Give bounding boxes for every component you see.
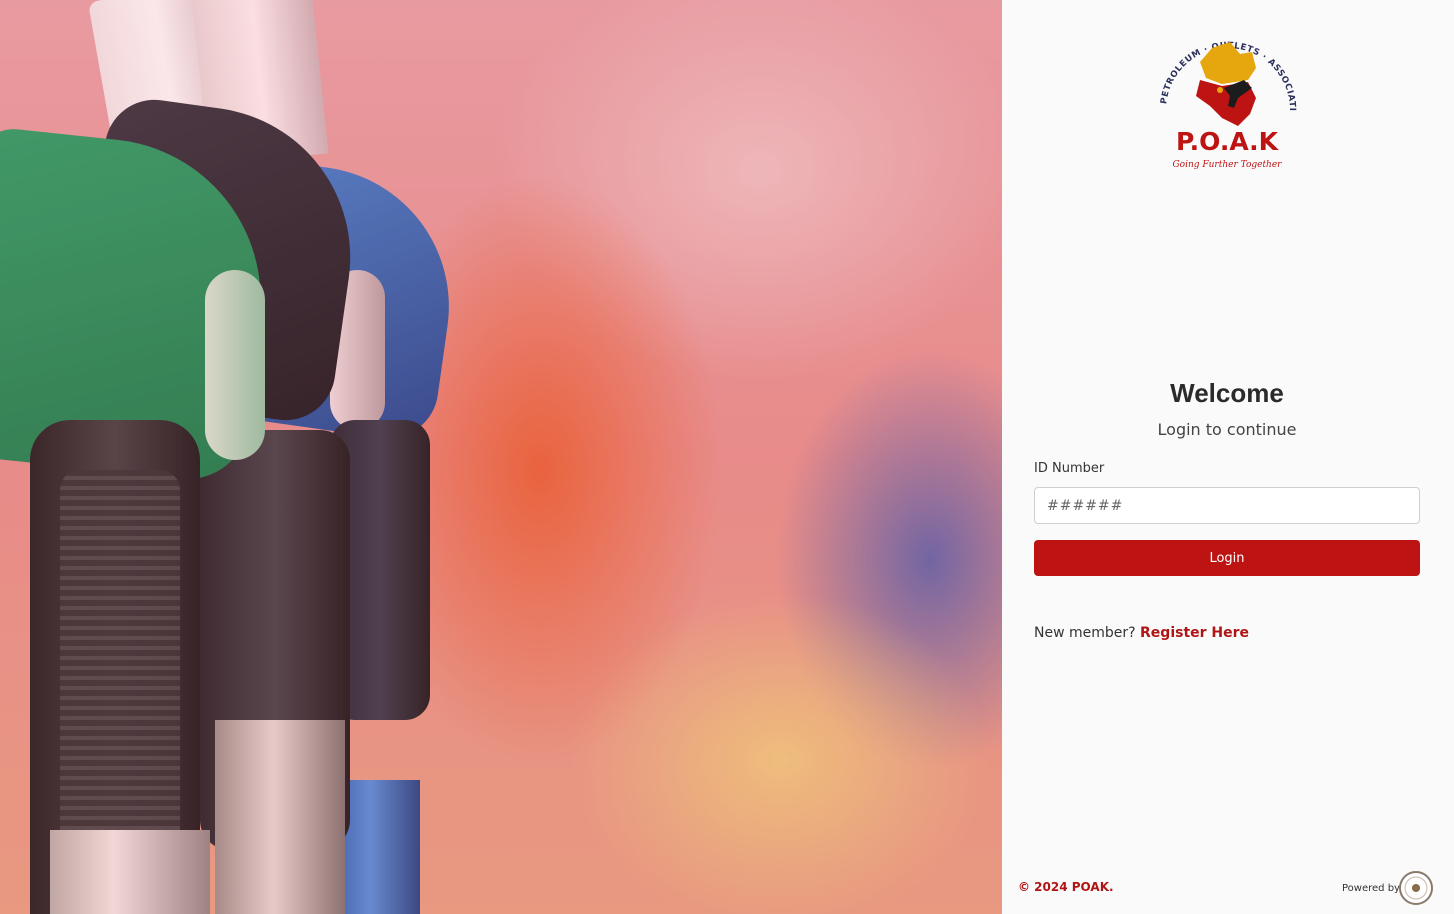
register-prompt: New member? Register Here xyxy=(1034,625,1249,641)
logo-tagline: Going Further Together xyxy=(1172,160,1282,170)
welcome-heading: Welcome xyxy=(1170,378,1284,408)
login-button[interactable]: Login xyxy=(1034,540,1420,576)
new-member-text: New member? xyxy=(1034,625,1136,641)
footer-copyright: © 2024 POAK. xyxy=(1018,880,1114,894)
login-subtitle: Login to continue xyxy=(1157,420,1297,439)
hero-tint-overlay xyxy=(0,0,1002,914)
logo-acronym: P.O.A.K xyxy=(1176,127,1280,156)
powered-by-logo-icon[interactable] xyxy=(1398,870,1434,906)
register-link[interactable]: Register Here xyxy=(1140,625,1249,641)
poak-logo-graphic: PETROLEUM · OUTLETS · ASSOCIATION · OF ·… xyxy=(1148,11,1296,170)
powered-by-text: Powered by xyxy=(1342,883,1400,894)
hero-fuel-pump-image xyxy=(0,0,1002,914)
login-panel: PETROLEUM · OUTLETS · ASSOCIATION · OF ·… xyxy=(1002,0,1454,914)
id-number-label: ID Number xyxy=(1034,461,1105,476)
id-number-input[interactable] xyxy=(1034,487,1420,524)
poak-logo: PETROLEUM · OUTLETS · ASSOCIATION · OF ·… xyxy=(1148,11,1302,174)
